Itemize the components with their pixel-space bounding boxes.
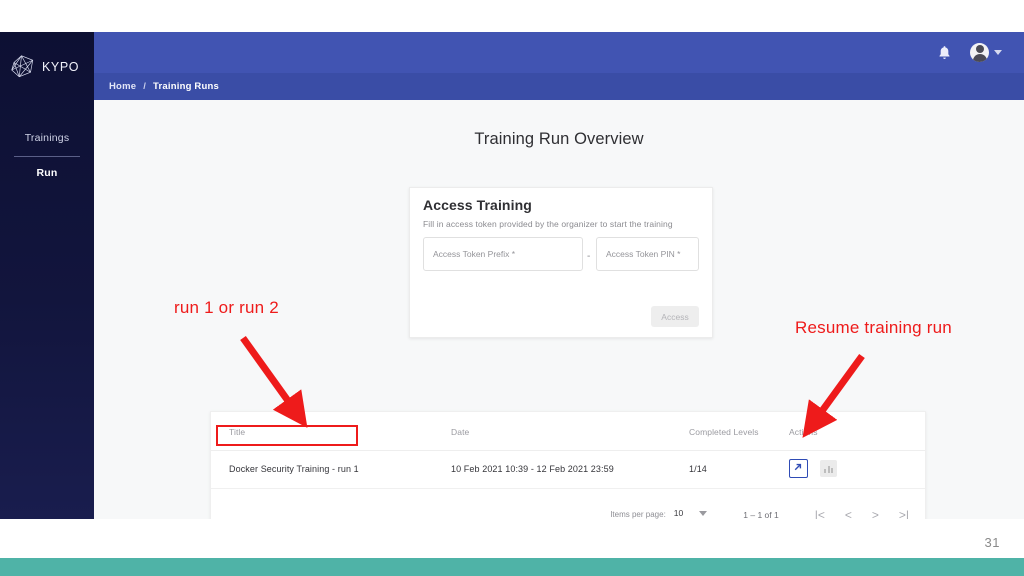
column-header-actions: Actions <box>789 427 818 437</box>
access-training-title: Access Training <box>423 197 532 213</box>
access-token-prefix-placeholder: Access Token Prefix * <box>433 249 516 259</box>
page-title: Training Run Overview <box>474 130 644 148</box>
sidebar-section-trainings: Trainings <box>24 132 70 144</box>
brand-label: KYPO <box>42 60 80 74</box>
first-page-icon[interactable]: |< <box>815 509 825 520</box>
sidebar-item-run[interactable]: Run <box>0 167 94 179</box>
kypo-application-screenshot: KYPO Trainings Run Home / Training Runs … <box>0 32 1024 519</box>
cell-actions <box>789 459 837 478</box>
account-menu[interactable] <box>970 43 1002 62</box>
pagination-buttons: |< < > >| <box>815 509 909 520</box>
paginator: Items per page: 10 1 – 1 of 1 |< < > >| <box>211 508 925 519</box>
annotation-highlight-title-cell <box>216 425 358 446</box>
items-per-page-value: 10 <box>673 508 684 518</box>
access-submit-button[interactable]: Access <box>651 306 699 327</box>
slide-canvas: KYPO Trainings Run Home / Training Runs … <box>0 0 1024 576</box>
sidebar-divider <box>14 156 80 157</box>
access-training-card: Access Training Fill in access token pro… <box>409 187 713 338</box>
cell-completed-levels: 1/14 <box>689 464 707 474</box>
breadcrumb-item-training-runs: Training Runs <box>153 81 219 92</box>
access-token-prefix-input[interactable]: Access Token Prefix * <box>423 237 583 271</box>
token-separator: - <box>587 251 591 262</box>
access-token-pin-input[interactable]: Access Token PIN * <box>596 237 699 271</box>
last-page-icon[interactable]: >| <box>899 509 909 520</box>
column-header-date: Date <box>451 427 470 437</box>
items-per-page-select[interactable]: 10 <box>672 508 709 519</box>
slide-page-number: 31 <box>984 535 1000 550</box>
breadcrumb-separator: / <box>143 81 147 92</box>
bar-chart-icon[interactable] <box>820 460 837 477</box>
sidebar: KYPO Trainings Run <box>0 32 94 519</box>
access-training-subtitle: Fill in access token provided by the org… <box>423 219 673 229</box>
top-bar <box>94 32 1024 73</box>
annotation-label-run-choice: run 1 or run 2 <box>174 298 279 317</box>
top-bar-actions <box>937 32 1002 73</box>
prev-page-icon[interactable]: < <box>845 509 852 520</box>
cell-date: 10 Feb 2021 10:39 - 12 Feb 2021 23:59 <box>451 464 614 474</box>
table-row[interactable]: Docker Security Training - run 1 10 Feb … <box>211 450 925 489</box>
annotation-label-resume-training-run: Resume training run <box>795 318 952 337</box>
breadcrumb: Home / Training Runs <box>94 73 1024 100</box>
user-avatar-icon <box>970 43 989 62</box>
chevron-down-icon <box>699 510 708 516</box>
kypo-polyhedron-logo-icon <box>8 52 38 82</box>
access-token-pin-placeholder: Access Token PIN * <box>606 249 681 259</box>
bell-icon[interactable] <box>937 45 952 61</box>
open-in-new-icon[interactable] <box>789 459 808 478</box>
chevron-down-icon <box>994 50 1002 55</box>
breadcrumb-item-home[interactable]: Home <box>109 81 136 92</box>
next-page-icon[interactable]: > <box>872 509 879 520</box>
pagination-range: 1 – 1 of 1 <box>743 509 779 520</box>
cell-title: Docker Security Training - run 1 <box>229 464 359 474</box>
column-header-completed-levels: Completed Levels <box>689 427 759 437</box>
slide-accent-bar <box>0 558 1024 576</box>
items-per-page-label: Items per page: <box>610 510 666 519</box>
brand[interactable]: KYPO <box>8 50 88 84</box>
